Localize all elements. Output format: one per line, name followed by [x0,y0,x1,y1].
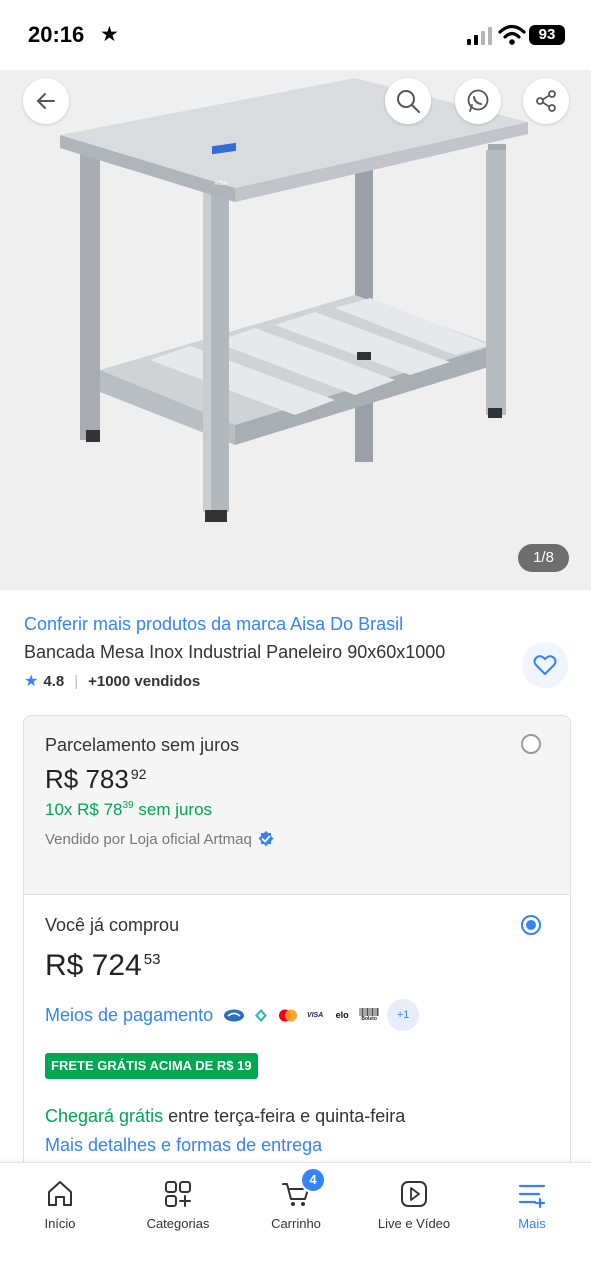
pix-icon [255,1008,268,1022]
installments-cents: 39 [122,800,134,811]
status-bar: 20:16 ★ 93 [0,0,591,70]
favorite-button[interactable] [522,642,568,688]
nav-label-carrinho: Carrinho [271,1216,321,1231]
back-button[interactable] [23,78,69,124]
bought-price: R$ 724 53 [45,949,160,983]
nav-label-live-video: Live e Vídeo [377,1216,451,1231]
free-shipping-badge: FRETE GRÁTIS ACIMA DE R$ 19 [45,1053,258,1079]
nav-item-inicio[interactable]: Início [1,1163,119,1281]
nav-item-carrinho[interactable]: 4 Carrinho [237,1163,355,1281]
nav-item-mais[interactable]: Mais [473,1163,591,1281]
signal-icon [467,27,492,45]
bought-option-title: Você já comprou [45,915,180,935]
cart-count-badge: 4 [300,1167,326,1193]
installments-price: R$ 783 92 [45,764,146,795]
purchase-options-card: Parcelamento sem juros R$ 783 92 10x R$ 7… [23,715,571,1217]
rating-row[interactable]: ★ 4.8 | +1000 vendidos [24,671,200,691]
nav-label-categorias: Categorias [146,1216,210,1231]
status-time: 20:16 [28,22,85,47]
rating-star-icon: ★ [24,673,39,690]
payment-more-button[interactable]: +1 [387,999,420,1031]
payment-methods-link[interactable]: Meios de pagamento [45,1005,213,1026]
nav-item-live-video[interactable]: Live e Vídeo [355,1163,473,1281]
installments-option-title: Parcelamento sem juros [45,735,240,755]
bank-icon [224,1009,245,1021]
delivery-free-text: Chegará grátis [45,1106,164,1126]
video-icon [401,1181,427,1207]
rating-separator: | [74,672,79,690]
sold-count: +1000 vendidos [88,672,201,690]
bottom-navigation: Início Categorias 4 Carrinho Live e Víde… [0,1162,591,1281]
rating-value: 4.8 [43,672,65,690]
wifi-icon [498,24,526,45]
battery-indicator: 93 [529,25,565,45]
search-icon [397,90,420,113]
menu-icon [518,1184,546,1209]
elo-icon: elo [335,1010,349,1020]
installments-radio[interactable] [521,734,541,754]
boleto-icon: Boleto [358,1008,380,1023]
bought-radio[interactable] [521,915,541,935]
installments-price-cents: 92 [130,766,147,782]
installments-text: 10x R$ 7839 sem juros [45,800,212,820]
categories-icon [165,1181,191,1207]
delivery-date-text: entre terça-feira e quinta-feira [168,1106,406,1126]
search-button[interactable] [385,78,431,124]
verified-badge-icon [258,831,274,847]
share-button[interactable] [523,78,569,124]
product-gallery[interactable]: AISA [0,70,591,590]
star-icon: ★ [100,23,119,46]
bought-price-main: R$ 724 [45,949,142,982]
installments-suffix: sem juros [138,800,213,819]
nav-label-mais: Mais [518,1216,546,1231]
boleto-label: Boleto [361,1016,377,1022]
product-image: AISA [60,78,528,522]
bought-price-cents: 53 [143,951,161,968]
delivery-details-link[interactable]: Mais detalhes e formas de entrega [45,1135,322,1156]
payment-methods-row: Meios de pagamento VISA elo Boleto +1 [45,999,420,1031]
product-title: Bancada Mesa Inox Industrial Paneleiro 9… [24,642,446,662]
delivery-info: Chegará grátis entre terça-feira e quint… [45,1106,405,1127]
seller-info: Vendido por Loja oficial Artmaq [45,830,275,848]
mastercard-icon [279,1009,298,1021]
share-icon [536,90,556,112]
seller-text: Vendido por Loja oficial Artmaq [45,830,252,848]
visa-icon: VISA [306,1011,324,1019]
brand-link[interactable]: Conferir mais produtos da marca Aisa Do … [24,614,403,635]
nav-item-categorias[interactable]: Categorias [119,1163,237,1281]
home-icon [48,1181,72,1206]
nav-label-inicio: Início [44,1216,76,1231]
installments-prefix: 10x R$ 78 [45,800,123,819]
heart-icon [533,655,557,675]
whatsapp-button[interactable] [455,78,501,124]
arrow-left-icon [37,93,55,109]
brand-sticker-text: AISA [214,181,228,187]
gallery-page-indicator: 1/8 [518,544,569,572]
whatsapp-icon [467,89,489,112]
installments-price-main: R$ 783 [45,764,129,794]
installments-option[interactable]: Parcelamento sem juros R$ 783 92 10x R$ 7… [24,716,570,895]
